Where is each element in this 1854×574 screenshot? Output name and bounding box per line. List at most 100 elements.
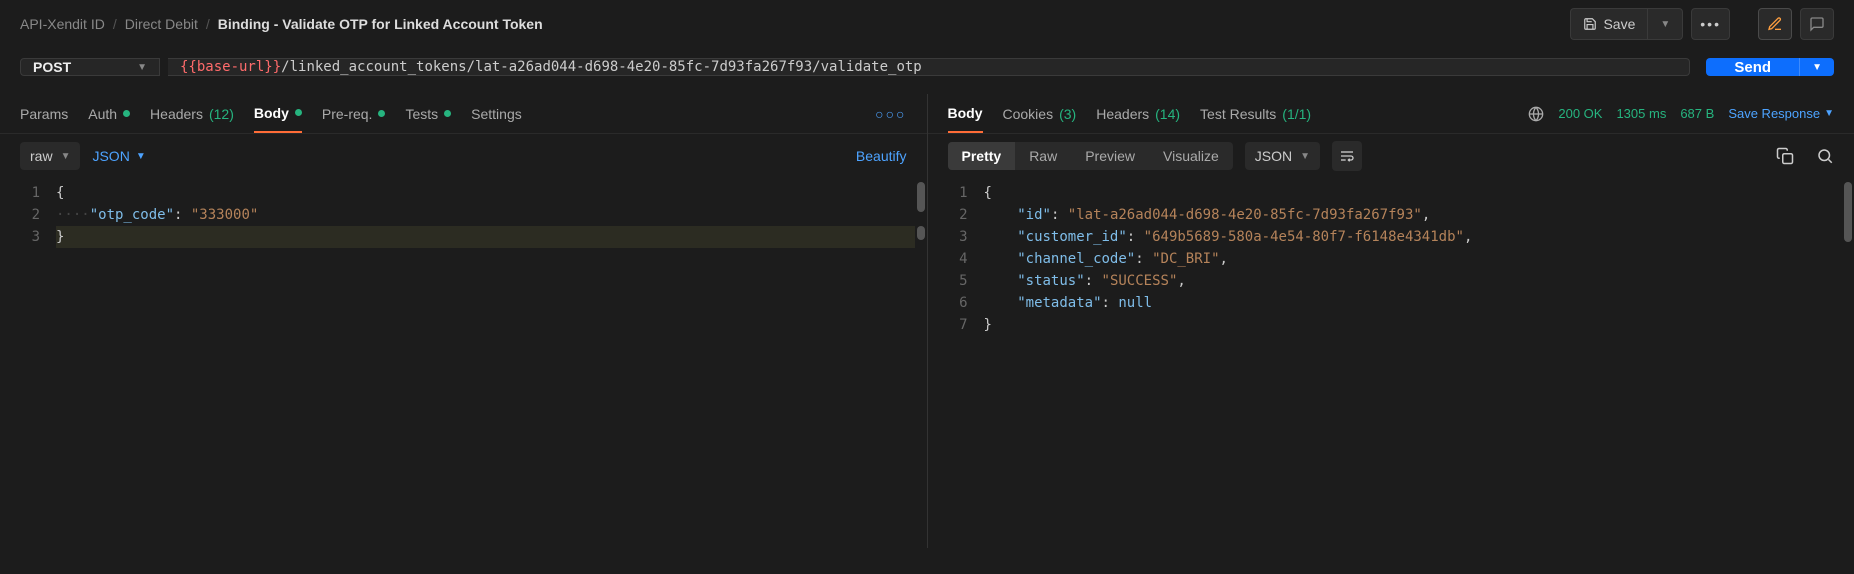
tab-body[interactable]: Body: [254, 94, 302, 133]
tab-label: Headers: [1096, 106, 1149, 122]
response-meta: 200 OK 1305 ms 687 B Save Response ▼: [1528, 106, 1834, 122]
view-visualize[interactable]: Visualize: [1149, 142, 1233, 170]
status-dot-icon: [295, 109, 302, 116]
topbar-actions: Save ▼ •••: [1570, 8, 1834, 40]
edit-button[interactable]: [1758, 8, 1792, 40]
topbar: API-Xendit ID / Direct Debit / Binding -…: [0, 0, 1854, 48]
wrap-icon: [1339, 148, 1355, 164]
send-dropdown[interactable]: ▼: [1799, 58, 1834, 76]
chevron-down-icon: ▼: [136, 151, 146, 162]
request-body-editor[interactable]: 123 {····"otp_code": "333000"}: [0, 178, 927, 548]
body-type-select[interactable]: raw ▼: [20, 142, 80, 170]
response-body-editor[interactable]: 1234567 { "id": "lat-a26ad044-d698-4e20-…: [928, 178, 1854, 548]
comments-button[interactable]: [1800, 8, 1834, 40]
save-button-group: Save ▼: [1570, 8, 1683, 40]
tab-prereq[interactable]: Pre-req.: [322, 94, 386, 133]
tab-settings[interactable]: Settings: [471, 94, 522, 133]
response-lang-label: JSON: [1255, 148, 1292, 164]
save-button[interactable]: Save: [1570, 8, 1647, 40]
tab-resp-tests[interactable]: Test Results (1/1): [1200, 94, 1311, 133]
response-size: 687 B: [1680, 106, 1714, 121]
tab-label: Cookies: [1003, 106, 1054, 122]
url-variable: {{base-url}}: [180, 59, 281, 75]
chevron-down-icon: ▼: [61, 151, 71, 162]
send-button-group: Send ▼: [1706, 58, 1834, 76]
response-pane: Body Cookies (3) Headers (14) Test Resul…: [928, 94, 1854, 548]
request-more-button[interactable]: ○○○: [875, 106, 906, 122]
comment-icon: [1809, 16, 1825, 32]
response-lang-select[interactable]: JSON ▼: [1245, 142, 1320, 170]
code-content[interactable]: {····"otp_code": "333000"}: [56, 182, 927, 544]
tab-label: Tests: [405, 106, 438, 122]
body-lang-select[interactable]: JSON ▼: [92, 148, 145, 164]
beautify-button[interactable]: Beautify: [856, 148, 907, 164]
view-mode-segment: Pretty Raw Preview Visualize: [948, 142, 1233, 170]
search-icon: [1816, 147, 1834, 165]
breadcrumb-sep: /: [113, 16, 117, 32]
tab-label: Pre-req.: [322, 106, 373, 122]
breadcrumb-item[interactable]: API-Xendit ID: [20, 16, 105, 32]
tab-params[interactable]: Params: [20, 94, 68, 133]
more-actions-button[interactable]: •••: [1691, 8, 1730, 40]
url-input[interactable]: {{base-url}}/linked_account_tokens/lat-a…: [168, 58, 1690, 76]
tab-count: (3): [1059, 106, 1076, 122]
tab-label: Auth: [88, 106, 117, 122]
chevron-down-icon: ▼: [1812, 62, 1822, 73]
tab-count: (14): [1155, 106, 1180, 122]
response-tabs: Body Cookies (3) Headers (14) Test Resul…: [928, 94, 1854, 134]
chevron-down-icon: ▼: [1824, 108, 1834, 119]
save-response-button[interactable]: Save Response ▼: [1728, 106, 1834, 121]
tab-resp-headers[interactable]: Headers (14): [1096, 94, 1180, 133]
status-dot-icon: [444, 110, 451, 117]
save-response-label: Save Response: [1728, 106, 1820, 121]
tab-label: Body: [254, 105, 289, 121]
wrap-lines-button[interactable]: [1332, 141, 1362, 171]
line-gutter: 123: [0, 182, 56, 544]
request-tabs: Params Auth Headers (12) Body Pre-req. T…: [0, 94, 927, 134]
save-dropdown[interactable]: ▼: [1647, 8, 1683, 40]
view-pretty[interactable]: Pretty: [948, 142, 1016, 170]
url-bar: POST ▼ {{base-url}}/linked_account_token…: [0, 48, 1854, 94]
send-button[interactable]: Send: [1706, 58, 1799, 76]
status-dot-icon: [123, 110, 130, 117]
scrollbar-thumb[interactable]: [917, 226, 925, 240]
breadcrumb-item-active[interactable]: Binding - Validate OTP for Linked Accoun…: [218, 16, 543, 32]
copy-button[interactable]: [1776, 147, 1794, 165]
request-pane: Params Auth Headers (12) Body Pre-req. T…: [0, 94, 928, 548]
more-icon: •••: [1700, 16, 1721, 32]
tab-tests[interactable]: Tests: [405, 94, 451, 133]
save-icon: [1583, 17, 1597, 31]
more-icon: ○○○: [875, 106, 906, 122]
chevron-down-icon: ▼: [1660, 19, 1670, 30]
tab-resp-body[interactable]: Body: [948, 94, 983, 133]
response-body-toolbar: Pretty Raw Preview Visualize JSON ▼: [928, 134, 1854, 178]
view-preview[interactable]: Preview: [1071, 142, 1149, 170]
response-time: 1305 ms: [1616, 106, 1666, 121]
chevron-down-icon: ▼: [137, 62, 147, 73]
line-gutter: 1234567: [928, 182, 984, 544]
main-panes: Params Auth Headers (12) Body Pre-req. T…: [0, 94, 1854, 548]
request-body-toolbar: raw ▼ JSON ▼ Beautify: [0, 134, 927, 178]
tab-label: Headers: [150, 106, 203, 122]
pencil-icon: [1767, 16, 1783, 32]
scrollbar-thumb[interactable]: [917, 182, 925, 212]
tab-count: (1/1): [1282, 106, 1311, 122]
status-code: 200 OK: [1558, 106, 1602, 121]
network-icon[interactable]: [1528, 106, 1544, 122]
url-path: /linked_account_tokens/lat-a26ad044-d698…: [281, 59, 922, 75]
search-button[interactable]: [1816, 147, 1834, 165]
tab-resp-cookies[interactable]: Cookies (3): [1003, 94, 1077, 133]
tab-count: (12): [209, 106, 234, 122]
breadcrumb: API-Xendit ID / Direct Debit / Binding -…: [20, 16, 543, 32]
tab-auth[interactable]: Auth: [88, 94, 130, 133]
code-content: { "id": "lat-a26ad044-d698-4e20-85fc-7d9…: [984, 182, 1854, 544]
status-dot-icon: [378, 110, 385, 117]
view-raw[interactable]: Raw: [1015, 142, 1071, 170]
breadcrumb-item[interactable]: Direct Debit: [125, 16, 198, 32]
copy-icon: [1776, 147, 1794, 165]
tab-headers[interactable]: Headers (12): [150, 94, 234, 133]
scrollbar-thumb[interactable]: [1844, 182, 1852, 242]
method-select[interactable]: POST ▼: [20, 58, 160, 76]
body-lang-label: JSON: [92, 148, 129, 164]
tab-label: Test Results: [1200, 106, 1276, 122]
